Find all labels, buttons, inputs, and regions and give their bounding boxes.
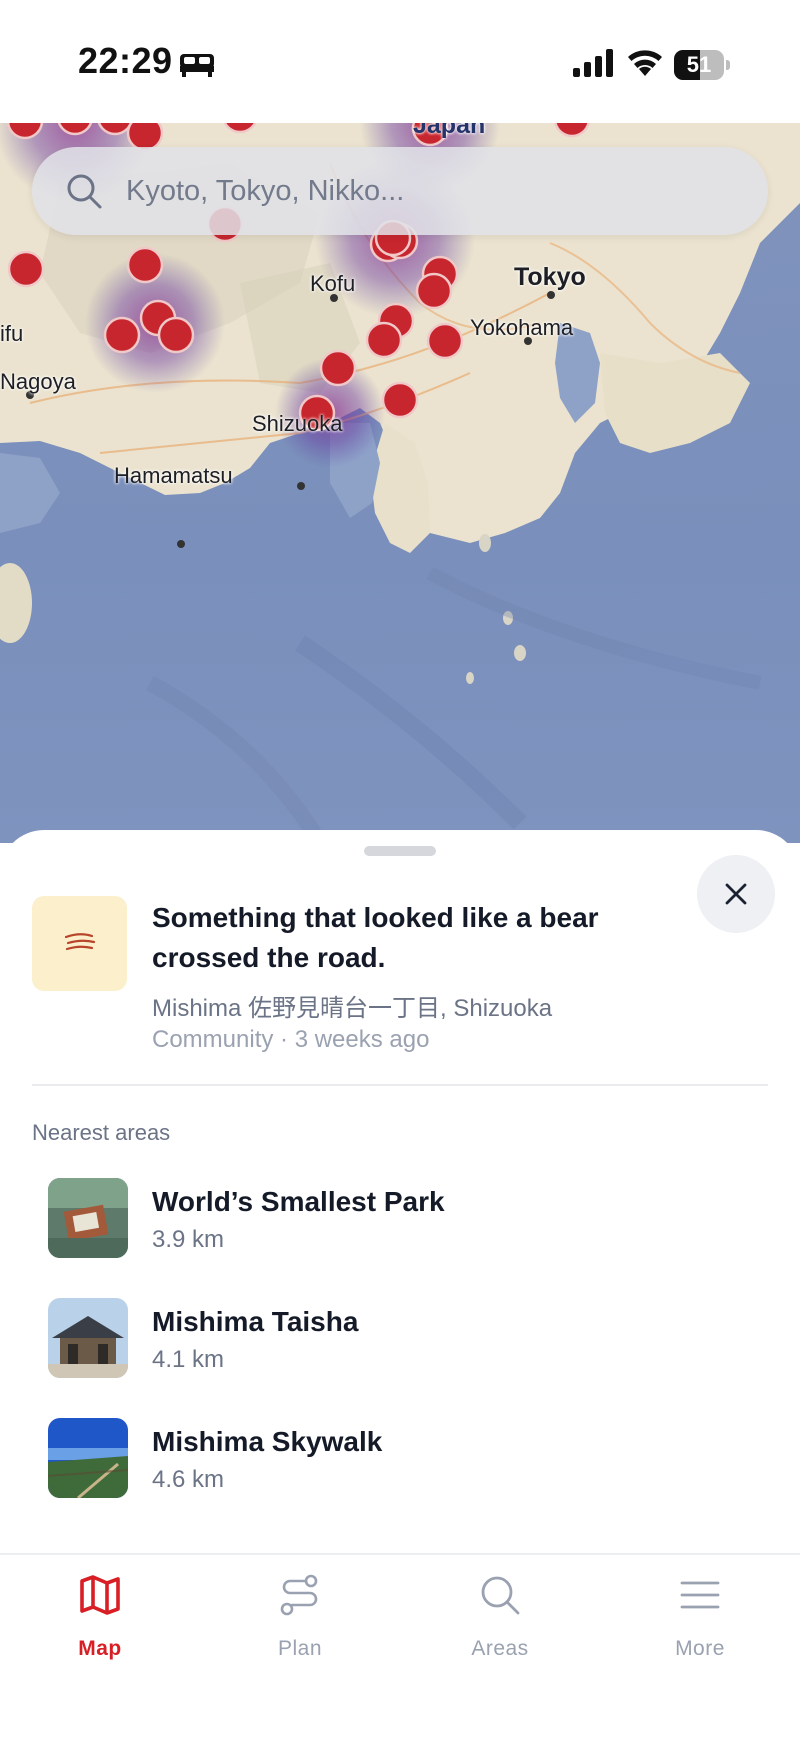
sheet-grabber[interactable] <box>364 846 436 856</box>
search-icon <box>67 174 102 209</box>
sleep-focus-icon <box>180 54 214 77</box>
search-bar[interactable] <box>32 147 768 235</box>
claw-marks-icon <box>64 933 96 951</box>
tab-bar: Map Plan Areas More <box>0 1553 800 1739</box>
area-row-mishima-taisha[interactable]: Mishima Taisha 4.1 km <box>48 1298 768 1378</box>
nearest-areas-heading: Nearest areas <box>32 1120 171 1145</box>
wifi-icon <box>628 50 662 76</box>
status-time: 22:29 <box>78 40 173 81</box>
search-input[interactable] <box>126 147 726 235</box>
tab-label: Plan <box>277 1637 323 1660</box>
battery-percent: 51 <box>686 52 712 77</box>
area-thumbnail <box>48 1178 128 1258</box>
area-distance: 4.1 km <box>152 1346 225 1373</box>
tab-areas[interactable]: Areas <box>400 1555 600 1675</box>
area-name: World’s Smallest Park <box>152 1186 445 1217</box>
area-thumbnail <box>48 1418 128 1498</box>
map-label-japan: Japan <box>413 123 486 139</box>
tab-label: Map <box>78 1637 122 1660</box>
report-location: Mishima 佐野見晴台一丁目, Shizuoka <box>152 995 553 1022</box>
tab-label: More <box>675 1637 725 1660</box>
map-label-yokohama: Yokohama <box>470 315 574 340</box>
map-label-nagoya: Nagoya <box>0 369 76 394</box>
area-distance: 4.6 km <box>152 1466 225 1493</box>
divider <box>32 1084 768 1086</box>
bottom-sheet: Something that looked like a bear crosse… <box>0 830 800 1555</box>
report-card[interactable]: Something that looked like a bear crosse… <box>32 896 768 1066</box>
map-label-hamamatsu: Hamamatsu <box>114 463 233 488</box>
area-name: Mishima Skywalk <box>152 1426 383 1457</box>
report-meta: Community · 3 weeks ago <box>152 1026 430 1053</box>
map-label-tokyo: Tokyo <box>514 263 586 291</box>
tab-plan[interactable]: Plan <box>200 1555 400 1675</box>
map-icon <box>80 1575 120 1615</box>
report-title: Something that looked like a bear crosse… <box>152 902 599 973</box>
menu-icon <box>680 1581 720 1609</box>
tab-more[interactable]: More <box>600 1555 800 1675</box>
tab-map[interactable]: Map <box>0 1555 200 1675</box>
area-row-worlds-smallest-park[interactable]: World’s Smallest Park 3.9 km <box>48 1178 768 1258</box>
area-name: Mishima Taisha <box>152 1306 359 1337</box>
area-row-mishima-skywalk[interactable]: Mishima Skywalk 4.6 km <box>48 1418 768 1498</box>
route-icon <box>280 1574 318 1616</box>
map-label-kofu: Kofu <box>310 271 356 296</box>
area-thumbnail <box>48 1298 128 1378</box>
report-thumbnail <box>32 896 127 991</box>
status-bar: 22:29 51 <box>0 0 800 123</box>
area-distance: 3.9 km <box>152 1226 225 1253</box>
battery-indicator: 51 <box>674 50 730 80</box>
tab-label: Areas <box>471 1637 529 1660</box>
cellular-signal-icon <box>573 49 613 77</box>
map-label-shizuoka: Shizuoka <box>252 411 343 436</box>
map-label-gifu: ifu <box>0 321 24 346</box>
search-icon <box>481 1576 520 1615</box>
